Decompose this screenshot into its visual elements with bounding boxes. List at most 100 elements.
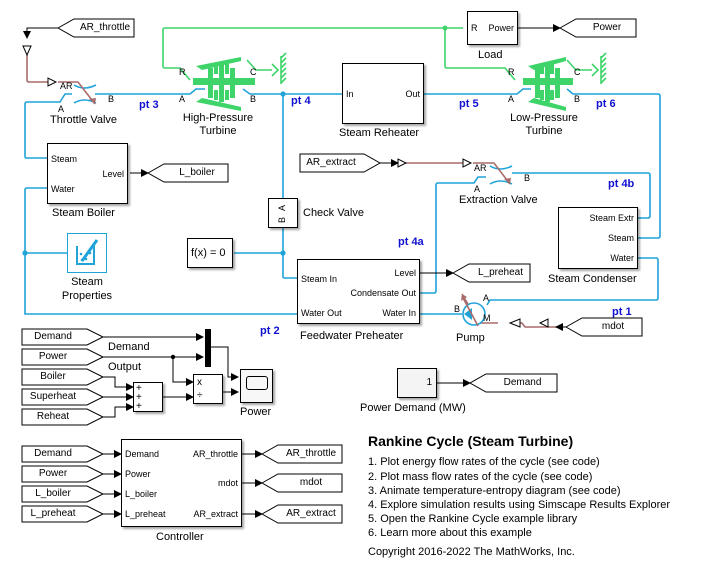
pump-port-m: M <box>483 313 491 323</box>
lp-turbine-icon[interactable] <box>523 57 573 111</box>
controller-label[interactable]: Controller <box>156 531 204 544</box>
annotation-title: Rankine Cycle (Steam Turbine) <box>368 433 574 449</box>
copyright-text: Copyright 2016-2022 The MathWorks, Inc. <box>368 546 575 558</box>
throttle-valve-label[interactable]: Throttle Valve <box>50 114 117 127</box>
controller-block[interactable]: Demand Power L_boiler L_preheat AR_throt… <box>121 439 242 527</box>
controller-from-power[interactable]: Power <box>22 465 84 483</box>
link-plot-energy-flow[interactable]: 1. Plot energy flow rates of the cycle (… <box>368 455 600 470</box>
goto-tag-l-preheat[interactable]: L_preheat <box>471 264 530 282</box>
goto-tag-demand[interactable]: Demand <box>488 374 557 392</box>
power-demand-block[interactable]: 1 <box>397 368 437 398</box>
signal-junction <box>170 354 176 360</box>
from-tag-demand[interactable]: Demand <box>22 328 84 346</box>
goto-tag-l-boiler[interactable]: L_boiler <box>166 164 228 182</box>
load-label[interactable]: Load <box>478 49 502 62</box>
load-port-r: R <box>471 23 478 33</box>
goto-tag-power[interactable]: Power <box>578 19 636 37</box>
mech-junction <box>442 25 448 31</box>
divide-block[interactable]: x ÷ <box>193 374 223 404</box>
steam-properties-label-line1[interactable]: Steam <box>62 276 112 289</box>
from-tag-reheat[interactable]: Reheat <box>22 408 84 426</box>
point-label-pt2: pt 2 <box>260 325 280 337</box>
lp-turbine-label-line1[interactable]: Low-Pressure <box>504 112 584 125</box>
fluid-line-pt4[interactable] <box>242 88 343 95</box>
from-tag-mdot[interactable]: mdot <box>584 318 642 336</box>
from-tag-power[interactable]: Power <box>22 348 84 366</box>
steam-properties-label-line2[interactable]: Properties <box>57 290 117 303</box>
controller-input-l-boiler: L_boiler <box>125 489 158 499</box>
link-animate-ts-diagram[interactable]: 3. Animate temperature-entropy diagram (… <box>368 484 621 499</box>
mux-block[interactable] <box>205 329 211 367</box>
beaker-icon <box>76 239 99 265</box>
throttle-port-a: A <box>58 104 65 114</box>
load-block[interactable]: R Power <box>467 11 518 45</box>
check-valve-port-b: B <box>277 216 288 224</box>
preheater-port-water-in: Water In <box>382 308 416 318</box>
point-label-pt5: pt 5 <box>459 98 479 110</box>
boiler-port-steam: Steam <box>51 154 78 164</box>
hp-turbine-port-c: C <box>250 67 257 77</box>
steam-reheater-label[interactable]: Steam Reheater <box>339 127 419 140</box>
link-open-library[interactable]: 5. Open the Rankine Cycle example librar… <box>368 512 577 527</box>
scope-screen-icon <box>246 376 268 390</box>
controller-input-l-preheat: L_preheat <box>125 509 166 519</box>
hp-turbine-label-line2[interactable]: Turbine <box>178 125 258 138</box>
steam-condenser-label[interactable]: Steam Condenser <box>548 273 637 286</box>
preheater-port-steam-in: Steam In <box>301 274 338 284</box>
solver-configuration-block[interactable]: f(x) = 0 <box>187 238 233 268</box>
throttle-port-b: B <box>108 94 115 104</box>
extraction-valve-label[interactable]: Extraction Valve <box>459 194 538 207</box>
feedwater-preheater-label[interactable]: Feedwater Preheater <box>300 330 403 343</box>
controller-goto-ar-throttle[interactable]: AR_throttle <box>280 445 342 463</box>
steam-condenser-block[interactable]: Steam Extr Steam Water <box>558 207 638 269</box>
link-learn-more[interactable]: 6. Learn more about this example <box>368 526 532 541</box>
lp-turbine-port-a: A <box>508 94 515 104</box>
pump-port-b: B <box>454 304 461 314</box>
throttle-port-ar: AR <box>60 81 73 91</box>
sum-block[interactable]: + + + <box>133 382 163 412</box>
lp-turbine-port-b: B <box>574 94 581 104</box>
controller-from-demand[interactable]: Demand <box>22 445 84 463</box>
extraction-port-b: B <box>524 173 531 183</box>
steam-boiler-label[interactable]: Steam Boiler <box>52 207 115 220</box>
controller-from-l-preheat[interactable]: L_preheat <box>22 505 84 523</box>
pump-label[interactable]: Pump <box>456 332 485 345</box>
controller-output-ar-extract: AR_extract <box>193 509 238 519</box>
controller-from-l-boiler[interactable]: L_boiler <box>22 485 84 503</box>
control-line-throttle[interactable] <box>26 55 48 83</box>
point-label-pt4: pt 4 <box>291 95 311 107</box>
steam-reheater-block[interactable]: In Out <box>342 63 424 124</box>
scope-block[interactable] <box>240 369 273 403</box>
link-results-explorer[interactable]: 4. Explore simulation results using Sims… <box>368 498 670 513</box>
from-tag-ar-extract[interactable]: AR_extract <box>300 154 362 172</box>
boiler-port-level: Level <box>102 169 124 179</box>
steam-properties-block[interactable] <box>67 233 107 273</box>
steam-boiler-block[interactable]: Steam Water Level <box>47 143 128 204</box>
feedwater-preheater-block[interactable]: Steam In Level Condensate Out Water Out … <box>297 259 420 324</box>
preheater-port-water-out: Water Out <box>301 308 342 318</box>
hp-turbine-port-a: A <box>179 94 186 104</box>
preheater-port-condensate-out: Condensate Out <box>350 288 416 298</box>
boiler-port-water: Water <box>51 184 75 194</box>
from-tag-ar-throttle[interactable]: AR_throttle <box>76 19 134 37</box>
scope-label[interactable]: Power <box>240 406 271 419</box>
point-label-pt3: pt 3 <box>139 99 159 111</box>
lp-turbine-label-line2[interactable]: Turbine <box>504 125 584 138</box>
check-valve-label[interactable]: Check Valve <box>303 207 364 220</box>
from-tag-superheat[interactable]: Superheat <box>22 388 84 406</box>
controller-goto-ar-extract[interactable]: AR_extract <box>280 505 342 523</box>
link-plot-mass-flow[interactable]: 2. Plot mass flow rates of the cycle (se… <box>368 470 592 485</box>
power-demand-label[interactable]: Power Demand (MW) <box>360 402 466 415</box>
controller-goto-mdot[interactable]: mdot <box>280 474 342 492</box>
hp-turbine-icon[interactable] <box>193 57 255 111</box>
point-label-pt4a: pt 4a <box>398 236 424 248</box>
load-port-power: Power <box>488 23 514 33</box>
point-label-pt1: pt 1 <box>612 306 632 318</box>
check-valve-block[interactable]: A B <box>268 198 298 228</box>
hp-turbine-label-line1[interactable]: High-Pressure <box>178 112 258 125</box>
extraction-port-a: A <box>474 184 481 194</box>
point-label-pt6: pt 6 <box>596 98 616 110</box>
from-tag-boiler[interactable]: Boiler <box>22 368 84 386</box>
fluid-line-pt5[interactable] <box>423 88 531 95</box>
extraction-port-ar: AR <box>474 163 487 173</box>
